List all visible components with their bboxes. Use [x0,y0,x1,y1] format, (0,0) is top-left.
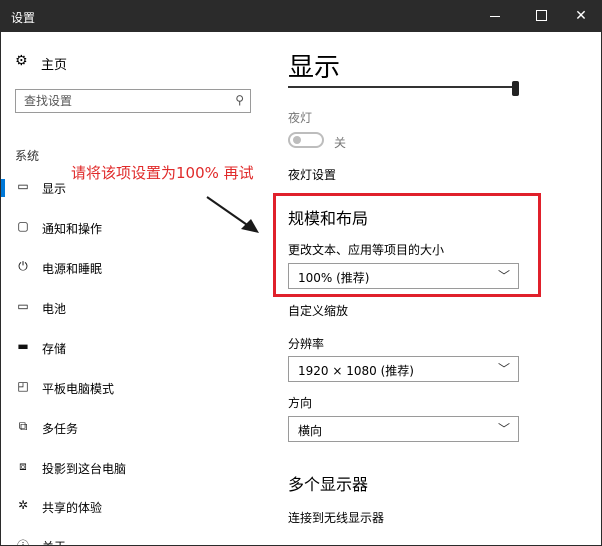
maximize-icon [535,9,547,21]
night-light-label: 夜灯 [288,111,313,125]
custom-scaling-link[interactable]: 自定义缩放 [288,302,348,319]
chevron-down-icon: ﹀ [497,269,510,283]
annotation-arrow [206,196,259,233]
sidebar-item-label: 通知和操作 [42,222,103,236]
sidebar-item-label: 共享的体验 [42,501,103,515]
home-label: 主页 [41,58,68,73]
monitor-icon: ▭ [17,179,29,193]
sidebar-item-about[interactable]: ⓘ 关于 [15,537,255,546]
title-bar: 设置 ✕ [1,1,601,32]
toggle-knob [293,136,301,144]
sidebar-item-label: 电源和睡眠 [42,262,103,276]
dropdown-value: 100% (推荐) [298,271,370,285]
search-input[interactable] [24,93,224,109]
minimize-icon [490,15,500,17]
chevron-down-icon: ﹀ [497,422,510,436]
sidebar-item-label: 显示 [42,182,67,196]
sidebar-section-label: 系统 [15,149,40,163]
sidebar-item-label: 关于 [42,538,66,545]
night-light-state: 关 [334,136,347,150]
sidebar-item-battery[interactable]: ▭ 电池 [15,299,255,319]
sidebar-item-storage[interactable]: ▬ 存储 [15,339,255,359]
power-icon: ⏻ [18,259,28,273]
multiple-displays-heading: 多个显示器 [288,475,369,494]
dropdown-value: 横向 [298,424,323,438]
storage-icon: ▬ [17,339,29,353]
orientation-dropdown[interactable]: 横向 ﹀ [288,416,519,442]
text-size-label: 更改文本、应用等项目的大小 [288,243,445,257]
window-title: 设置 [11,11,36,25]
chevron-down-icon: ﹀ [497,362,510,376]
battery-icon: ▭ [17,299,29,313]
orientation-label: 方向 [288,396,313,410]
page-title: 显示 [288,53,341,83]
sidebar-item-label: 投影到这台电脑 [42,462,127,476]
night-light-toggle[interactable] [288,132,324,148]
dropdown-value: 1920 × 1080 (推荐) [298,364,414,378]
selected-indicator [1,179,5,197]
brightness-slider[interactable] [288,86,514,88]
sidebar-item-label: 存储 [42,342,67,356]
notification-icon: ▢ [17,219,29,233]
sidebar-item-label: 平板电脑模式 [42,382,115,396]
resolution-label: 分辨率 [288,337,325,351]
maximize-button[interactable] [521,1,561,32]
sidebar-item-shared-experiences[interactable]: ✲ 共享的体验 [15,498,255,518]
close-icon: ✕ [575,8,587,24]
scale-layout-heading: 规模和布局 [288,209,369,228]
connect-wireless-display-link[interactable]: 连接到无线显示器 [288,509,384,526]
sidebar-item-label: 电池 [42,302,67,316]
night-light-settings-link[interactable]: 夜灯设置 [288,166,336,183]
sidebar-item-label: 多任务 [42,422,79,436]
resolution-dropdown[interactable]: 1920 × 1080 (推荐) ﹀ [288,356,519,382]
close-button[interactable]: ✕ [561,1,601,32]
brightness-slider-thumb[interactable] [512,81,519,96]
sidebar-item-multitasking[interactable]: ⧉ 多任务 [15,419,255,439]
minimize-button[interactable] [475,1,515,32]
sidebar-item-tablet-mode[interactable]: ◰ 平板电脑模式 [15,379,255,399]
text-size-dropdown[interactable]: 100% (推荐) ﹀ [288,263,519,289]
info-icon: ⓘ [16,539,29,546]
sidebar-item-projecting[interactable]: ⧈ 投影到这台电脑 [15,459,255,479]
settings-window: 设置 ✕ ⚙ 主页 ⚲ 系统 ▭ 显示 ▢ 通知和操作 ⏻ 电源和睡眠 ▭ 电池 [0,0,602,546]
projecting-icon: ⧈ [19,459,27,473]
search-box[interactable]: ⚲ [15,89,251,113]
shared-experiences-icon: ✲ [17,498,29,512]
annotation-text: 请将该项设置为100% 再试 [71,164,254,182]
multitasking-icon: ⧉ [18,419,28,433]
gear-icon: ⚙ [15,53,28,69]
tablet-mode-icon: ◰ [17,379,29,393]
search-icon[interactable]: ⚲ [235,93,244,107]
sidebar-item-power[interactable]: ⏻ 电源和睡眠 [15,259,255,279]
